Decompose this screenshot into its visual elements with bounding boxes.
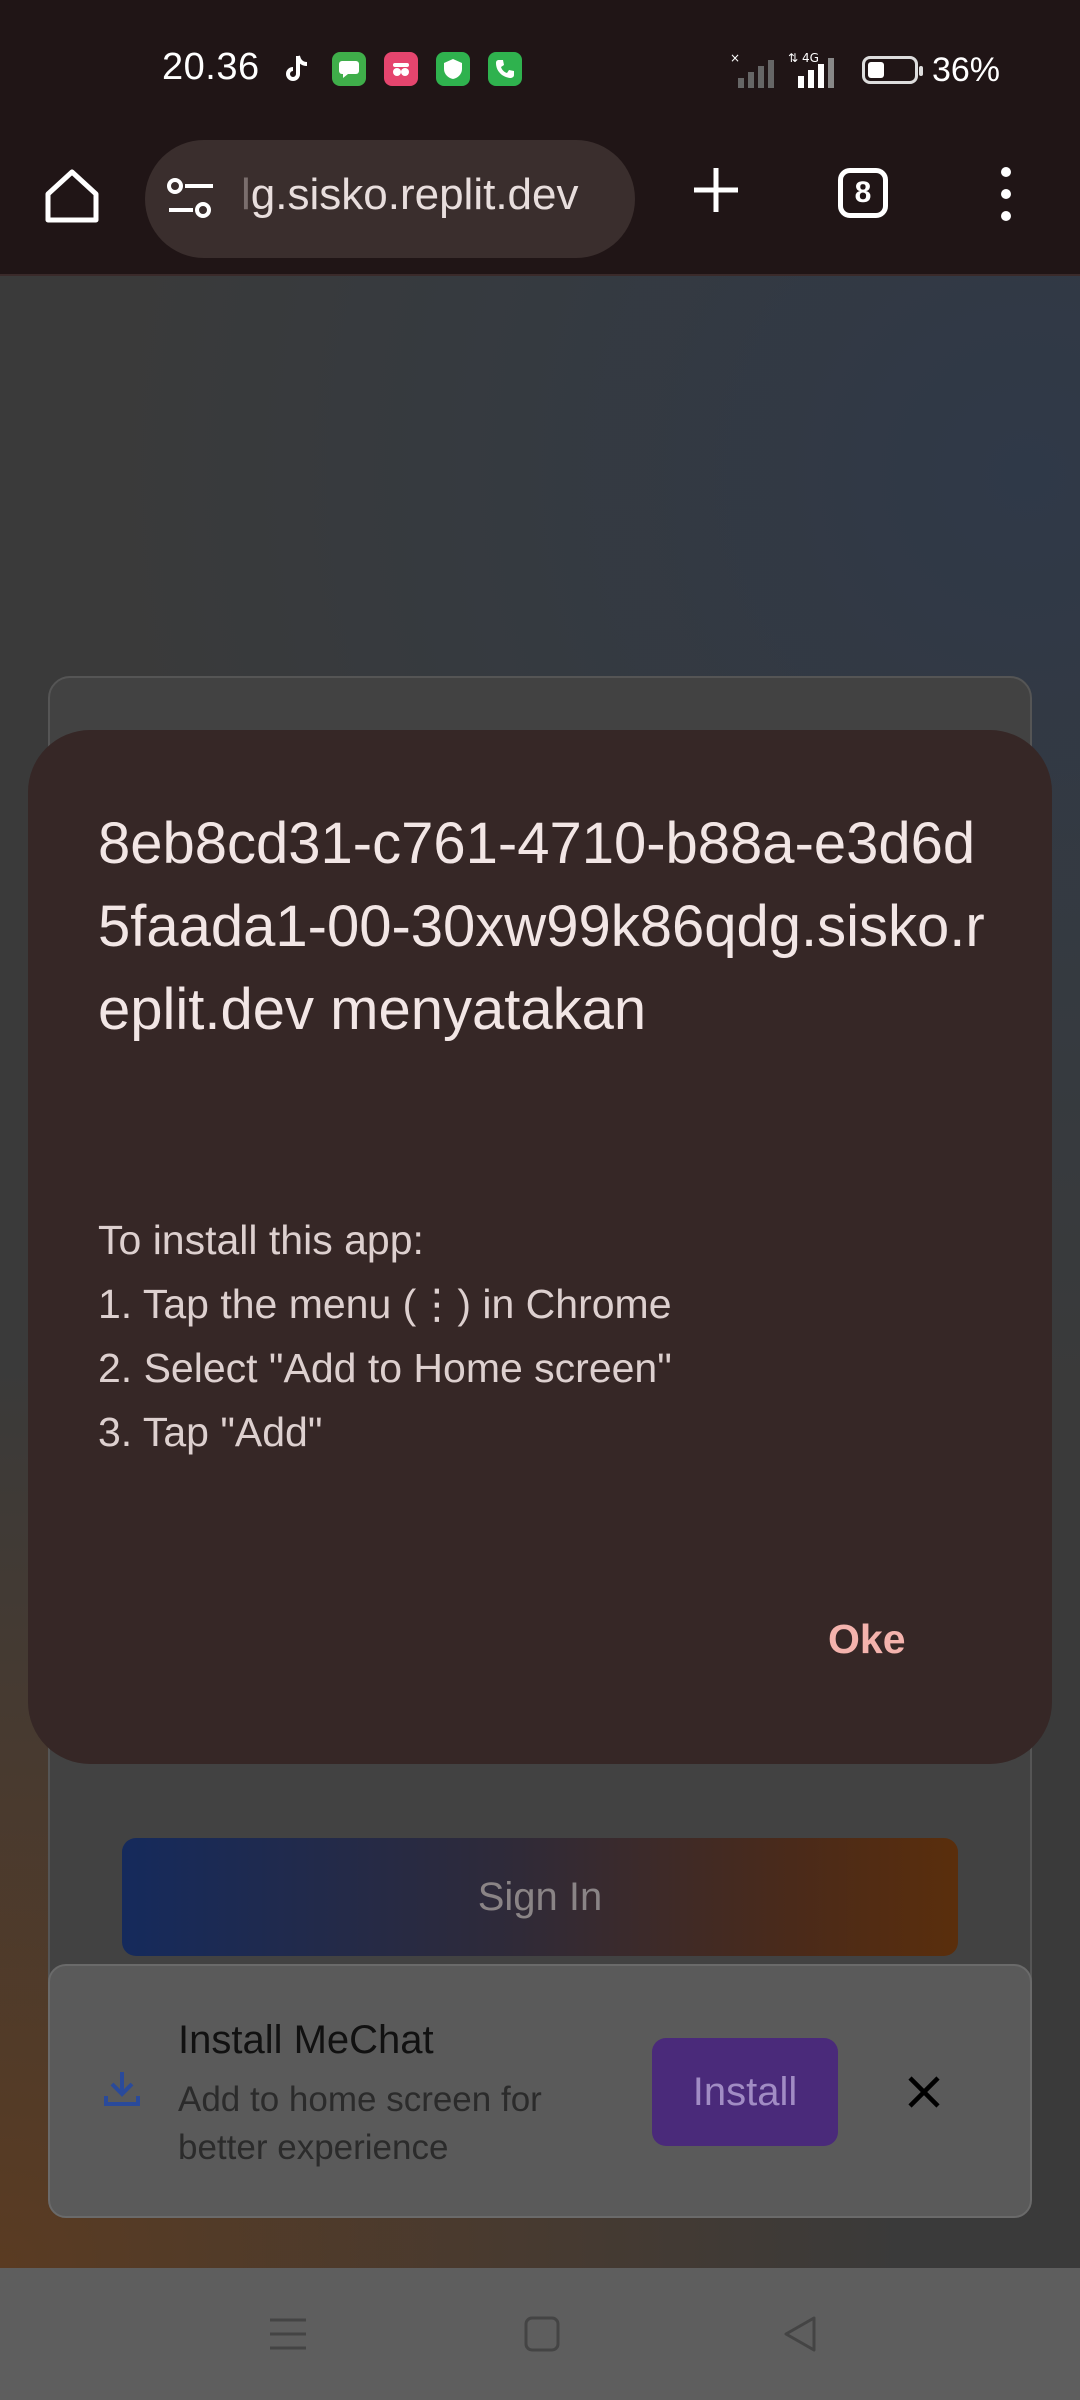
battery-icon [861, 56, 923, 84]
home-icon[interactable] [40, 164, 104, 228]
download-icon [104, 2072, 140, 2106]
signal-4g-icon: ⇅ 4G [788, 51, 834, 88]
install-banner-subtitle: Add to home screen for better experience [178, 2080, 542, 2167]
tiktok-icon [280, 52, 314, 86]
site-settings-icon[interactable] [165, 176, 217, 222]
status-bar: 20.36 × ⇅ 4G 36% [0, 0, 1080, 140]
incognito-app-icon [384, 52, 418, 86]
tab-switcher-button[interactable]: 8 [838, 168, 888, 218]
svg-text:4G: 4G [802, 51, 819, 65]
notification-icons [280, 52, 522, 86]
shield-app-icon [436, 52, 470, 86]
close-icon[interactable] [902, 2070, 946, 2114]
address-bar[interactable]: lg.sisko.replit.dev [145, 140, 635, 258]
messages-icon [332, 52, 366, 86]
recent-apps-icon[interactable] [266, 2312, 310, 2356]
url-text[interactable]: lg.sisko.replit.dev [241, 170, 578, 220]
browser-toolbar: lg.sisko.replit.dev 8 [0, 140, 1080, 276]
install-banner: Install MeChat Add to home screen for be… [48, 1964, 1032, 2218]
signal-off-icon: × [730, 51, 774, 88]
svg-text:×: × [730, 51, 740, 65]
ok-button[interactable]: Oke [828, 1616, 906, 1663]
dialog-message: To install this app: 1. Tap the menu (⋮)… [98, 1217, 672, 1455]
url-faded-prefix: l [241, 170, 251, 219]
install-button[interactable]: Install [652, 2038, 838, 2146]
phone-app-icon [488, 52, 522, 86]
svg-text:⇅: ⇅ [788, 51, 798, 65]
url-domain: g.sisko.replit.dev [250, 170, 579, 219]
status-right: × ⇅ 4G 36% [730, 50, 1000, 90]
dialog-title: 8eb8cd31-c761-4710-b88a-e3d6d5faada1-00-… [98, 811, 985, 1042]
sign-in-button[interactable]: Sign In [122, 1838, 958, 1956]
status-time: 20.36 [162, 46, 260, 88]
battery-percent: 36% [931, 50, 1000, 89]
install-banner-title: Install MeChat [178, 2018, 434, 2062]
more-options-icon[interactable] [996, 164, 1016, 224]
navigation-bar [0, 2268, 1080, 2400]
back-nav-icon[interactable] [778, 2312, 822, 2356]
alert-dialog: 8eb8cd31-c761-4710-b88a-e3d6d5faada1-00-… [28, 730, 1052, 1764]
home-nav-icon[interactable] [520, 2312, 564, 2356]
new-tab-icon[interactable] [686, 160, 746, 220]
